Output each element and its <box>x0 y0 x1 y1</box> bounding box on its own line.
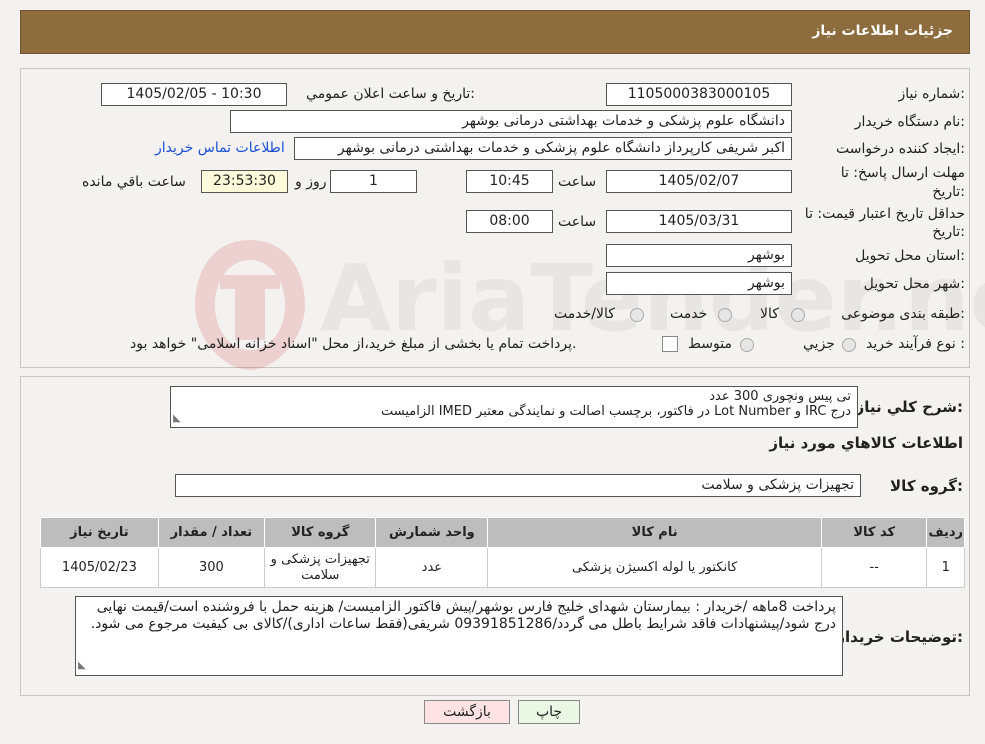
days-remaining-field: 1 <box>330 170 417 193</box>
buyer-notes-label: توضيحات خريدار: <box>836 628 963 646</box>
deadline-time-field: 10:45 <box>466 170 553 193</box>
province-field: بوشهر <box>606 244 792 267</box>
print-button[interactable]: چاپ <box>518 700 580 724</box>
buyer-notes-text: پرداخت 8ماهه /خریدار : بیمارستان شهدای خ… <box>90 599 836 632</box>
purchase-type-label: نوع فرآيند خريد : <box>866 336 965 352</box>
announce-date-field: 1405/02/05 - 10:30 <box>101 83 287 106</box>
goods-group-field: تجهیزات پزشکی و سلامت <box>175 474 861 497</box>
deadline-time-label: ساعت <box>558 174 597 190</box>
category-radio-goods-service[interactable] <box>630 308 644 322</box>
purchase-radio-minor[interactable] <box>842 338 856 352</box>
summary-label: شرح کلي نياز: <box>855 398 963 416</box>
deadline-label: مهلت ارسال پاسخ: تا <box>840 165 965 181</box>
page-header: جزئیات اطلاعات نیاز <box>20 10 970 54</box>
goods-group-label: گروه کالا: <box>890 477 963 495</box>
remaining-time-field: 23:53:30 <box>201 170 288 193</box>
page-title: جزئیات اطلاعات نیاز <box>812 23 953 39</box>
deadline-label-date: تاريخ: <box>932 184 965 200</box>
remaining-label: ساعت باقي مانده <box>82 174 186 190</box>
city-label: شهر محل تحويل: <box>863 276 965 292</box>
cell-row: 1 <box>926 547 965 588</box>
buyer-contact-link[interactable]: اطلاعات تماس خريدار <box>155 140 285 156</box>
col-need-date: تاريخ نياز <box>40 517 159 548</box>
back-button[interactable]: بازگشت <box>424 700 510 724</box>
resize-grip-icon[interactable]: ◢ <box>173 411 181 426</box>
goods-info-title: اطلاعات کالاهاي مورد نياز <box>769 434 963 452</box>
category-option-goods-service: کالا/خدمت <box>554 306 615 322</box>
summary-line-1: تی پیس ونچوری 300 عدد <box>709 389 851 404</box>
creator-field: اکبر شریفی کارپرداز دانشگاه علوم پزشکی و… <box>294 137 792 160</box>
col-code: کد کالا <box>820 517 928 548</box>
creator-label: ايجاد کننده درخواست: <box>836 141 965 157</box>
resize-grip-icon[interactable]: ◢ <box>78 657 86 674</box>
purchase-option-medium: متوسط <box>688 336 732 352</box>
table-row: 1 -- کانکتور یا لوله اکسیژن پزشکی عدد تج… <box>40 547 965 588</box>
purchase-option-minor: جزيي <box>803 336 835 352</box>
validity-time-label: ساعت <box>558 214 597 230</box>
buyer-org-field: دانشگاه علوم پزشکی و خدمات بهداشتی درمان… <box>230 110 792 133</box>
purchase-radio-medium[interactable] <box>740 338 754 352</box>
validity-time-field: 08:00 <box>466 210 553 233</box>
category-option-service: خدمت <box>670 306 708 322</box>
summary-line-2: درج IRC و Lot Number در فاکتور، برچسب اص… <box>380 404 851 419</box>
city-field: بوشهر <box>606 272 792 295</box>
category-option-goods: کالا <box>760 306 779 322</box>
category-radio-goods[interactable] <box>791 308 805 322</box>
need-number-field: 1105000383000105 <box>606 83 792 106</box>
col-row: رديف <box>926 517 965 548</box>
validity-date-field: 1405/03/31 <box>606 210 792 233</box>
days-label: روز و <box>295 174 327 190</box>
cell-unit: عدد <box>375 547 489 588</box>
col-name: نام کالا <box>487 517 822 548</box>
col-unit: واحد شمارش <box>375 517 489 548</box>
buyer-org-label: نام دستگاه خريدار: <box>854 114 965 130</box>
category-radio-service[interactable] <box>718 308 732 322</box>
cell-quantity: 300 <box>157 547 266 588</box>
need-number-label: شماره نیاز: <box>898 86 965 102</box>
col-group: گروه کالا <box>264 517 377 548</box>
col-quantity: تعداد / مقدار <box>157 517 266 548</box>
cell-need-date: 1405/02/23 <box>40 547 159 588</box>
buyer-notes-textarea[interactable]: پرداخت 8ماهه /خریدار : بیمارستان شهدای خ… <box>75 596 843 676</box>
validity-label-date: تاريخ: <box>932 224 965 240</box>
category-label: طبقه بندی موضوعی: <box>841 306 965 322</box>
cell-group: تجهیزات پزشکی و سلامت <box>264 547 377 588</box>
announce-label: تاریخ و ساعت اعلان عمومي: <box>306 86 475 102</box>
table-header-row: رديف کد کالا نام کالا واحد شمارش گروه کا… <box>40 517 965 548</box>
summary-textarea[interactable]: تی پیس ونچوری 300 عدد درج IRC و Lot Numb… <box>170 386 858 428</box>
treasury-checkbox[interactable] <box>662 336 678 352</box>
validity-label: حداقل تاريخ اعتبار قيمت: تا <box>804 206 965 222</box>
cell-code: -- <box>820 547 928 588</box>
goods-table: رديف کد کالا نام کالا واحد شمارش گروه کا… <box>40 517 965 588</box>
deadline-date-field: 1405/02/07 <box>606 170 792 193</box>
treasury-note: پرداخت تمام يا بخشی از مبلغ خريد،از محل … <box>130 336 577 352</box>
province-label: استان محل تحويل: <box>855 248 965 264</box>
cell-name: کانکتور یا لوله اکسیژن پزشکی <box>487 547 822 588</box>
